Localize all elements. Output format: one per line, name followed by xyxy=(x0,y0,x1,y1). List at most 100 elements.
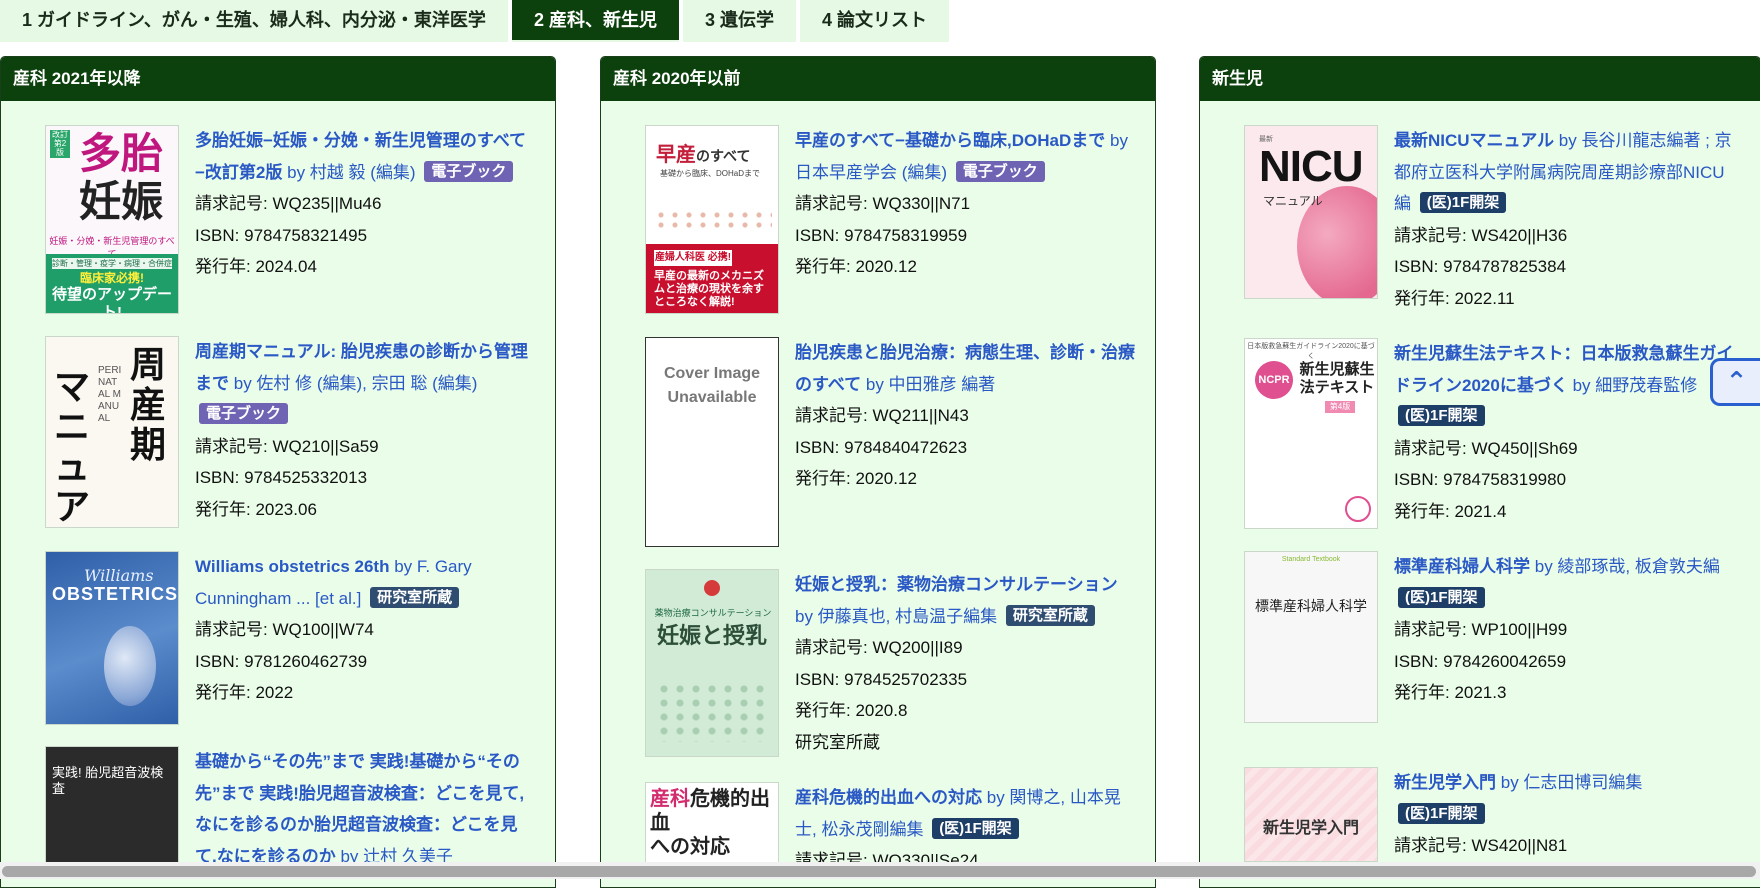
ebook-badge[interactable]: 電子ブック xyxy=(955,160,1045,182)
book-info: 新生児学入門 by 仁志田博司編集 (医)1F開架 請求記号: WS420||N… xyxy=(1394,767,1734,862)
book-title: 最新NICUマニュアル xyxy=(1394,131,1555,150)
book-info: 妊娠と授乳：薬物治療コンサルテーション by 伊藤真也, 村島温子編集 研究室所… xyxy=(795,569,1135,758)
shelf-location-badge[interactable]: (医)1F開架 xyxy=(1398,802,1485,824)
cover-unavailable-text: Cover Image Unavailable xyxy=(646,362,778,410)
tab-genetics[interactable]: 3 遺伝学 xyxy=(683,0,796,40)
book-authors: by 中田雅彦 編著 xyxy=(865,374,996,394)
book-info: 新生児蘇生法テキスト：日本版救急蘇生ガイドライン2020に基づく by 細野茂春… xyxy=(1394,338,1734,527)
cover-header: 日本版救急蘇生ガイドライン2020に基づく xyxy=(1247,343,1375,360)
cover-band-pill: 産婦人科医 必携! xyxy=(654,250,732,266)
ebook-badge[interactable]: 電子ブック xyxy=(199,403,289,424)
column-heading: 産科 2020年以前 xyxy=(601,57,1155,101)
cover-title: 妊娠と授乳 xyxy=(656,623,767,648)
cover-title: 新生児学入門 xyxy=(1262,820,1359,837)
isbn: ISBN: 9784758319980 xyxy=(1394,470,1567,489)
column-heading: 新生児 xyxy=(1200,57,1760,101)
shelf-location-badge[interactable]: (医)1F開架 xyxy=(1398,405,1485,426)
book-cover[interactable]: 周産期 マニュアル PERINATAL MANUAL xyxy=(45,336,179,528)
book-link[interactable]: 新生児学入門 by 仁志田博司編集 xyxy=(1394,773,1642,792)
isbn: ISBN: 9784840472623 xyxy=(795,437,968,457)
book-title: Williams obstetrics 26th xyxy=(195,557,390,576)
back-to-top-button[interactable]: ⌃ xyxy=(1710,358,1760,406)
book-cover[interactable]: 新生児学入門 xyxy=(1244,767,1378,862)
shelf-location-badge[interactable]: (医)1F開架 xyxy=(1419,192,1507,213)
book-cover[interactable]: Williams OBSTETRICS xyxy=(45,551,179,725)
tab-bar: 1 ガイドライン、がん・生殖、婦人科、内分泌・東洋医学 2 産科、新生児 3 遺… xyxy=(0,0,949,42)
book-link[interactable]: 周産期マニュアル: 胎児疾患の診断から管理まで by 佐村 修 (編集), 宗田… xyxy=(195,342,528,393)
book-cover[interactable]: 改訂第2版 多胎 妊娠 妊娠・分娩・新生児管理のすべて 診断・管理・疫学・病理・… xyxy=(45,125,179,314)
column-neonatal: 新生児 最新 NICU マニュアル 最新NICUマニュアル by 長谷川龍志編著… xyxy=(1199,56,1760,888)
book-link[interactable]: 胎児疾患と胎児治療：病態生理、診断・治療のすべて by 中田雅彦 編著 xyxy=(795,343,1135,394)
book-link[interactable]: 新生児蘇生法テキスト：日本版救急蘇生ガイドライン2020に基づく by 細野茂春… xyxy=(1394,344,1734,395)
shelf-location-badge[interactable]: (医)1F開架 xyxy=(1398,586,1485,608)
cover-english-title: PERINATAL MANUAL xyxy=(98,365,122,424)
book-authors: by 村越 毅 (編集) xyxy=(287,162,416,182)
cover-title: 実践! 胎児超音波検査 xyxy=(52,765,164,796)
publish-year: 発行年: 2020.12 xyxy=(795,469,917,488)
cover-band: 診断・管理・疫学・病理・合併症 臨床家必携! 待望のアップデート! xyxy=(46,254,178,314)
cover-title: 標準産科婦人科学 xyxy=(1255,599,1367,615)
book-title: 標準産科婦人科学 xyxy=(1394,557,1530,576)
book-info: 基礎から“その先”まで 実践!基礎から“その先”まで 実践!胎児超音波検査：どこ… xyxy=(195,746,535,872)
book-title: 産科危機的出血への対応 xyxy=(795,788,982,807)
ebook-badge[interactable]: 電子ブック xyxy=(424,160,514,182)
cover-title-line2: 妊娠 xyxy=(78,177,163,226)
cover-title-vertical-2: マニュアル xyxy=(54,366,91,528)
book-cover[interactable]: 薬物治療コンサルテーション 妊娠と授乳 xyxy=(645,569,779,757)
book-cover[interactable]: 日本版救急蘇生ガイドライン2020に基づく NCPR 新生児蘇生法テキスト 第4… xyxy=(1244,338,1378,529)
book-cover[interactable]: 早産のすべて 基礎から臨床、DOHaDまで 産婦人科医 必携! 早産の最新のメカ… xyxy=(645,125,779,314)
tab-paper-list[interactable]: 4 論文リスト xyxy=(800,0,949,40)
cover-band-line2: 臨床家必携! xyxy=(80,271,144,285)
lab-holding-badge[interactable]: 研究室所蔵 xyxy=(370,586,460,608)
isbn: ISBN: 9784260042659 xyxy=(1394,651,1567,671)
call-number: 請求記号: WS420||H36 xyxy=(1394,225,1568,245)
book-info: 最新NICUマニュアル by 長谷川龍志編著 ; 京都府立医科大学附属病院周産期… xyxy=(1394,125,1734,314)
lab-holding-badge[interactable]: 研究室所蔵 xyxy=(1005,604,1095,626)
book-cover[interactable]: 産科危機的出血 への対応 xyxy=(645,782,779,872)
cover-band-line3: 待望のアップデート! xyxy=(51,286,172,314)
book-info: 多胎妊娠−妊娠・分娩・新生児管理のすべて−改訂第2版 by 村越 毅 (編集) … xyxy=(195,125,535,283)
book-info: 早産のすべて−基礎から臨床,DOHaDまで by 日本早産学会 (編集) 電子ブ… xyxy=(795,125,1135,283)
cover-title-vertical: 周産期 xyxy=(130,344,167,466)
cover-unavailable-line1: Cover Image xyxy=(663,365,761,382)
book-cover[interactable]: Standard Textbook 標準産科婦人科学 xyxy=(1244,551,1378,723)
tab-obstetrics-neonatal[interactable]: 2 産科、新生児 xyxy=(511,0,679,40)
shelf-location-badge[interactable]: (医)1F開架 xyxy=(932,817,1019,839)
cover-title-accent: 産科 xyxy=(650,788,690,810)
publish-year: 発行年: 2023.06 xyxy=(195,499,317,519)
cover-title: 早産のすべて xyxy=(656,138,750,167)
book-info: 標準産科婦人科学 by 綾部琢哉, 板倉敦夫編 (医)1F開架 請求記号: WP… xyxy=(1394,551,1734,709)
book-authors: by 伊藤真也, 村島温子編集 xyxy=(795,606,998,626)
cover-title-line2: への対応 xyxy=(650,836,730,858)
book-cover[interactable]: 実践! 胎児超音波検査 xyxy=(45,746,179,866)
call-number: 請求記号: WQ450||Sh69 xyxy=(1394,438,1578,458)
book-link[interactable]: 標準産科婦人科学 by 綾部琢哉, 板倉敦夫編 xyxy=(1394,557,1720,576)
cover-logo: NCPR xyxy=(1255,361,1293,399)
cover-title-italic: Williams xyxy=(84,566,154,585)
holding-note: 研究室所蔵 xyxy=(795,732,880,752)
book-cover-placeholder[interactable]: Cover Image Unavailable xyxy=(645,337,779,547)
cover-title: 新生児蘇生法テキスト xyxy=(1299,361,1375,396)
publish-year: 発行年: 2024.04 xyxy=(195,257,317,276)
cover-illustration xyxy=(104,626,156,706)
cover-edition: 第4版 xyxy=(1325,401,1355,413)
call-number: 請求記号: WQ330||N71 xyxy=(795,194,971,213)
tab-guidelines[interactable]: 1 ガイドライン、がん・生殖、婦人科、内分泌・東洋医学 xyxy=(0,0,508,40)
cover-band: 産婦人科医 必携! 早産の最新のメカニズムと治療の現状を余すところなく解説! xyxy=(646,244,778,313)
cover-title-main: 早産 xyxy=(656,144,696,166)
cover-title: 産科危機的出血 への対応 xyxy=(650,787,778,859)
publish-year: 発行年: 2020.12 xyxy=(795,257,917,276)
cover-pattern xyxy=(654,210,772,230)
cover-band-line1: 診断・管理・疫学・病理・合併症 xyxy=(52,258,172,269)
cover-subtitle: 基礎から臨床、DOHaDまで xyxy=(660,169,761,178)
column-obstetrics-2020: 産科 2020年以前 早産のすべて 基礎から臨床、DOHaDまで 産婦人科医 必… xyxy=(600,56,1156,888)
book-authors: by 綾部琢哉, 板倉敦夫編 xyxy=(1534,557,1720,576)
book-cover[interactable]: 最新 NICU マニュアル xyxy=(1244,125,1378,299)
call-number: 請求記号: WQ235||Mu46 xyxy=(195,194,382,213)
scrollbar-thumb[interactable] xyxy=(2,866,1756,877)
horizontal-scrollbar[interactable] xyxy=(0,862,1760,879)
call-number: 請求記号: WQ200||I89 xyxy=(795,638,963,657)
cover-pattern xyxy=(656,682,770,742)
book-link[interactable]: 基礎から“その先”まで 実践!基礎から“その先”まで 実践!胎児超音波検査：どこ… xyxy=(195,752,524,866)
book-info: 周産期マニュアル: 胎児疾患の診断から管理まで by 佐村 修 (編集), 宗田… xyxy=(195,336,535,525)
